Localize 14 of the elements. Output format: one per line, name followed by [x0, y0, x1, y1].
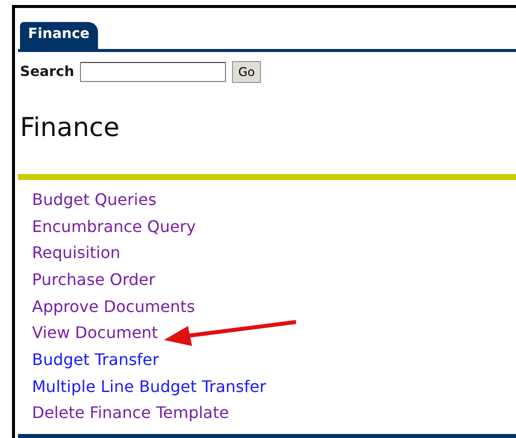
- menu-link[interactable]: Encumbrance Query: [32, 214, 196, 239]
- menu-link[interactable]: Approve Documents: [32, 294, 195, 319]
- menu-link[interactable]: Budget Transfer: [32, 348, 159, 372]
- menu-link[interactable]: Multiple Line Budget Transfer: [32, 374, 266, 399]
- menu-link[interactable]: View Document: [32, 321, 158, 346]
- go-button[interactable]: Go: [232, 61, 261, 83]
- menu-link[interactable]: Requisition: [32, 241, 120, 266]
- search-label: Search: [20, 62, 74, 82]
- finance-tab[interactable]: Finance: [20, 22, 98, 49]
- menu-link[interactable]: Purchase Order: [32, 268, 156, 292]
- search-field[interactable]: [80, 62, 226, 82]
- menu-link[interactable]: Budget Queries: [32, 188, 156, 212]
- menu-link[interactable]: Delete Finance Template: [32, 401, 229, 426]
- page-heading: Finance: [20, 115, 120, 141]
